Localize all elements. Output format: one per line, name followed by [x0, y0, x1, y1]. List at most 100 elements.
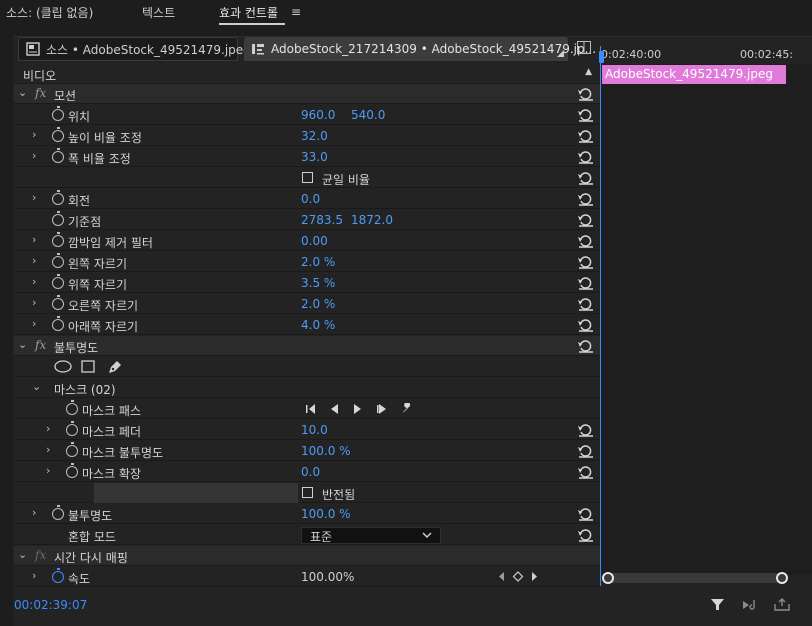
track-back-one-icon[interactable] — [331, 404, 338, 414]
pen-mask-icon[interactable] — [107, 359, 123, 374]
inverted-checkbox[interactable] — [302, 487, 313, 498]
reset-icon[interactable] — [578, 465, 594, 479]
stopwatch-icon[interactable] — [52, 232, 64, 247]
reset-icon[interactable] — [578, 423, 594, 437]
chevron-right-icon[interactable]: › — [32, 569, 44, 583]
crop-right-value[interactable]: 2.0 % — [301, 297, 335, 311]
blend-mode-select[interactable]: 표준 — [301, 527, 441, 544]
source-clip-tab[interactable]: 소스 • AdobeStock_49521479.jpeg — [18, 37, 251, 61]
track-back-all-icon[interactable] — [306, 404, 315, 414]
mask-color-swatch[interactable] — [94, 483, 298, 503]
reset-icon[interactable] — [578, 444, 594, 458]
ellipse-mask-icon[interactable] — [54, 360, 72, 373]
rotation-value[interactable]: 0.0 — [301, 192, 320, 206]
fx-icon[interactable]: fx — [35, 86, 46, 100]
reset-icon[interactable] — [578, 276, 594, 290]
reset-icon[interactable] — [578, 108, 594, 122]
collapse-up-icon[interactable]: ▲ — [585, 67, 592, 77]
current-timecode[interactable]: 00:02:39:07 — [14, 598, 87, 612]
mask-opacity-value[interactable]: 100.0 % — [301, 444, 351, 458]
track-forward-one-icon[interactable] — [354, 404, 361, 414]
timeline-ruler[interactable]: 0:02:40:00 00:02:45: — [601, 48, 812, 64]
chevron-right-icon[interactable]: › — [32, 128, 44, 142]
stopwatch-icon[interactable] — [52, 316, 64, 331]
chevron-right-icon[interactable]: › — [32, 149, 44, 163]
reset-icon[interactable] — [578, 150, 594, 164]
reset-icon[interactable] — [578, 87, 594, 101]
stopwatch-icon[interactable] — [52, 295, 64, 310]
next-keyframe-icon[interactable] — [532, 572, 537, 581]
chevron-right-icon[interactable]: › — [32, 233, 44, 247]
reset-icon[interactable] — [578, 255, 594, 269]
track-forward-all-icon[interactable] — [377, 404, 386, 414]
crop-top-value[interactable]: 3.5 % — [301, 276, 335, 290]
reset-icon[interactable] — [578, 528, 594, 542]
effect-opacity-header[interactable]: ⌄ fx 불투명도 — [14, 336, 600, 356]
stopwatch-icon[interactable] — [52, 274, 64, 289]
stopwatch-icon[interactable] — [66, 442, 78, 457]
timeline-clip[interactable]: AdobeStock_49521479.jpeg — [602, 65, 786, 84]
chevron-right-icon[interactable]: › — [46, 443, 58, 457]
reset-icon[interactable] — [578, 507, 594, 521]
chevron-right-icon[interactable]: › — [32, 317, 44, 331]
fx-icon[interactable]: fx — [35, 338, 46, 352]
panel-menu-icon[interactable]: ≡ — [291, 5, 301, 19]
previous-keyframe-icon[interactable] — [499, 572, 504, 581]
reset-icon[interactable] — [578, 339, 594, 353]
mask-expansion-value[interactable]: 0.0 — [301, 465, 320, 479]
wrench-icon[interactable] — [402, 403, 411, 413]
rectangle-mask-icon[interactable] — [81, 360, 95, 373]
sequence-clip-tab[interactable]: AdobeStock_217214309 • AdobeStock_495214… — [244, 37, 596, 61]
stopwatch-icon[interactable] — [52, 505, 64, 520]
stopwatch-icon[interactable] — [52, 568, 64, 583]
tab-text[interactable]: 텍스트 — [142, 4, 175, 21]
effect-time-remap-header[interactable]: ⌄ fx 시간 다시 매핑 — [14, 546, 600, 566]
stopwatch-icon[interactable] — [52, 148, 64, 163]
chevron-right-icon[interactable]: › — [32, 296, 44, 310]
stopwatch-icon[interactable] — [66, 463, 78, 478]
chevron-right-icon[interactable]: › — [46, 422, 58, 436]
chevron-right-icon[interactable]: › — [32, 254, 44, 268]
reset-icon[interactable] — [578, 297, 594, 311]
scrollbar-left-handle[interactable] — [602, 572, 614, 584]
stopwatch-icon[interactable] — [66, 400, 78, 415]
play-audio-icon[interactable] — [742, 599, 760, 611]
flicker-value[interactable]: 0.00 — [301, 234, 328, 248]
crop-left-value[interactable]: 2.0 % — [301, 255, 335, 269]
timeline-zoom-scrollbar[interactable] — [602, 572, 788, 584]
uniform-scale-checkbox[interactable] — [302, 172, 313, 183]
reset-icon[interactable] — [578, 318, 594, 332]
fx-icon[interactable]: fx — [35, 548, 46, 562]
mask-feather-value[interactable]: 10.0 — [301, 423, 328, 437]
position-y-value[interactable]: 540.0 — [351, 108, 385, 122]
chevron-right-icon[interactable]: › — [32, 191, 44, 205]
reset-icon[interactable] — [578, 234, 594, 248]
chevron-right-icon[interactable]: › — [46, 464, 58, 478]
tab-source[interactable]: 소스: (클립 없음) — [6, 4, 93, 21]
mask-group[interactable]: ⌄ 마스크 (02) — [14, 378, 600, 398]
chevron-down-icon[interactable]: ⌄ — [32, 380, 44, 394]
filter-icon[interactable] — [711, 598, 724, 611]
reset-icon[interactable] — [578, 192, 594, 206]
chevron-down-icon[interactable]: ⌄ — [18, 338, 30, 352]
reset-icon[interactable] — [578, 213, 594, 227]
reset-icon[interactable] — [578, 171, 594, 185]
stopwatch-icon[interactable] — [66, 421, 78, 436]
toggle-timeline-icon[interactable] — [577, 41, 591, 54]
chevron-right-icon[interactable]: › — [32, 506, 44, 520]
chevron-right-icon[interactable]: › — [32, 275, 44, 289]
export-icon[interactable] — [774, 598, 790, 611]
position-x-value[interactable]: 960.0 — [301, 108, 335, 122]
scrollbar-right-handle[interactable] — [776, 572, 788, 584]
tab-effect-controls[interactable]: 효과 컨트롤 — [219, 4, 278, 21]
stopwatch-icon[interactable] — [52, 106, 64, 121]
anchor-y-value[interactable]: 1872.0 — [351, 213, 393, 227]
stopwatch-icon[interactable] — [52, 253, 64, 268]
anchor-x-value[interactable]: 2783.5 — [301, 213, 343, 227]
scale-width-value[interactable]: 33.0 — [301, 150, 328, 164]
reset-icon[interactable] — [578, 129, 594, 143]
chevron-down-icon[interactable]: ⌄ — [18, 86, 30, 100]
stopwatch-icon[interactable] — [52, 190, 64, 205]
stopwatch-icon[interactable] — [52, 211, 64, 226]
scale-height-value[interactable]: 32.0 — [301, 129, 328, 143]
